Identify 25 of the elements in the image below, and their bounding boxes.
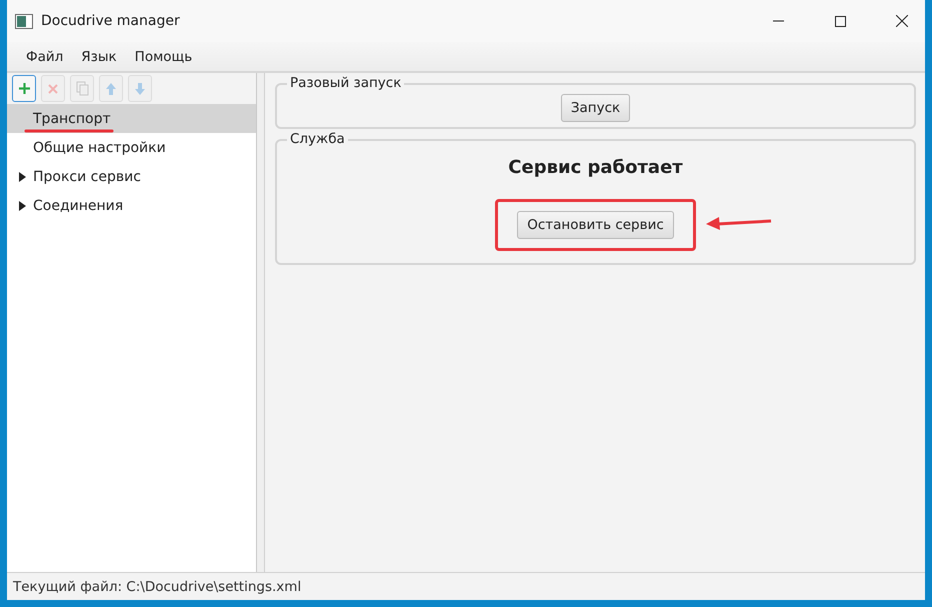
tree-item[interactable]: Транспорт — [7, 104, 256, 133]
menu-item[interactable]: Помощь — [126, 48, 202, 64]
group-title: Разовый запуск — [287, 75, 404, 91]
menu-item[interactable]: Язык — [72, 48, 126, 64]
splitter[interactable] — [257, 73, 265, 572]
minimize-icon[interactable] — [772, 20, 784, 22]
expand-icon — [19, 172, 26, 182]
app-icon — [15, 14, 33, 28]
maximize-icon[interactable] — [834, 16, 846, 26]
arrow-icon — [705, 216, 774, 230]
expand-icon — [19, 200, 26, 210]
action-button[interactable]: Запуск — [560, 94, 630, 122]
arrow-down-icon — [134, 82, 146, 96]
close-icon — [47, 82, 59, 94]
copy-icon — [76, 81, 88, 96]
status-bar-text: Текущий файл: C:\Docudrive\settings.xml — [13, 578, 302, 594]
close-icon[interactable] — [896, 15, 908, 27]
action-button[interactable]: Остановить сервис — [517, 211, 674, 239]
arrow-up-icon — [105, 82, 117, 96]
plus-icon — [18, 82, 30, 95]
status-text: Сервис работает — [508, 157, 683, 178]
menu-item[interactable]: Файл — [17, 48, 72, 64]
window-title: Docudrive manager — [41, 13, 181, 29]
toolbar-button[interactable] — [12, 75, 36, 102]
group-title: Служба — [287, 131, 348, 147]
